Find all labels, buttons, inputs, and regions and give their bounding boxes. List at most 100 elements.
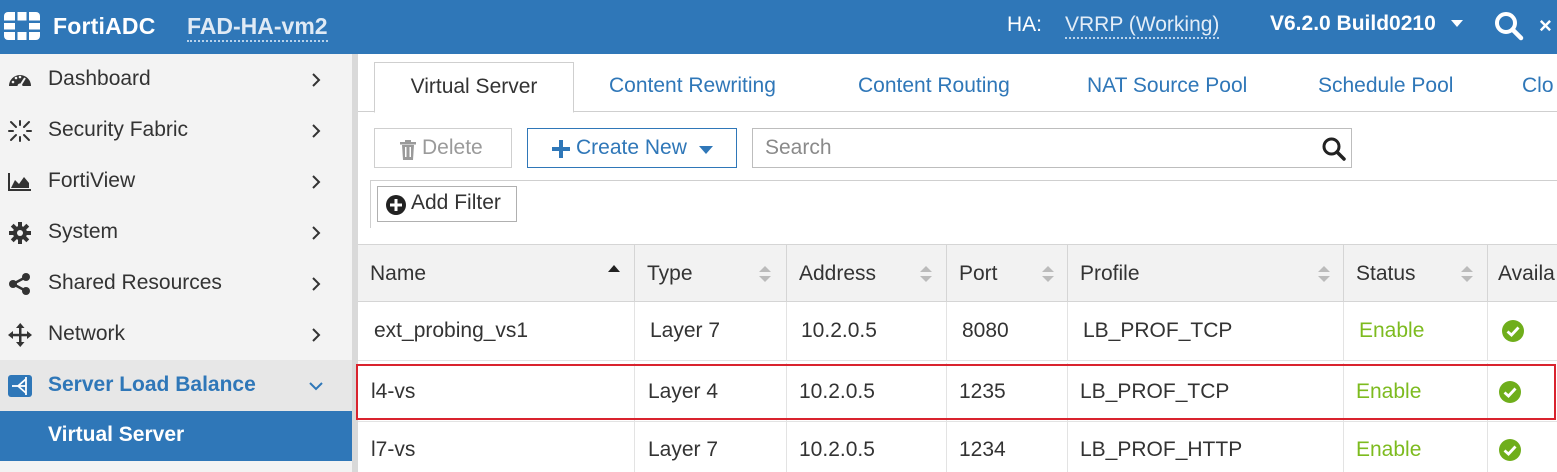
check-circle-icon	[1499, 439, 1521, 461]
sidebar-item-label: FortiView	[48, 169, 136, 192]
cell-type: Layer 4	[648, 380, 719, 403]
sort-icon	[759, 266, 771, 282]
trash-icon	[400, 140, 416, 160]
search-icon[interactable]	[1321, 136, 1347, 162]
sort-icon	[1318, 266, 1330, 282]
cell-profile: LB_PROF_TCP	[1083, 319, 1233, 342]
tab-nat-source-pool[interactable]: NAT Source Pool	[1087, 74, 1247, 98]
cell-type: Layer 7	[650, 319, 721, 342]
column-header-availability[interactable]: Availa	[1488, 245, 1557, 303]
check-circle-icon	[1502, 320, 1524, 342]
table-header: Name Type Address Port Profile Status Av…	[358, 244, 1557, 303]
search-icon[interactable]	[1493, 10, 1525, 42]
cell-status: Enable	[1359, 319, 1425, 342]
virtual-server-table: Name Type Address Port Profile Status Av…	[358, 244, 1557, 472]
cell-address: 10.2.0.5	[799, 380, 875, 403]
column-header-port[interactable]: Port	[947, 245, 1068, 303]
create-new-label: Create New	[576, 136, 687, 159]
check-circle-icon	[1499, 381, 1521, 403]
chevron-right-icon	[312, 328, 321, 342]
sidebar-item-system[interactable]: System	[0, 207, 352, 258]
tab-schedule-pool[interactable]: Schedule Pool	[1318, 74, 1453, 98]
sidebar-subitem-virtual-server[interactable]: Virtual Server	[0, 411, 352, 461]
sidebar-item-security-fabric[interactable]: Security Fabric	[0, 105, 352, 156]
sidebar-item-fortiview[interactable]: FortiView	[0, 156, 352, 207]
chevron-down-icon	[309, 382, 323, 391]
sidebar-item-shared-resources[interactable]: Shared Resources	[0, 258, 352, 309]
sidebar-item-label: Dashboard	[48, 67, 151, 90]
cell-name: l4-vs	[371, 380, 416, 403]
sidebar-item-label: System	[48, 220, 119, 243]
cell-port: 1234	[959, 438, 1006, 461]
column-header-name[interactable]: Name	[358, 245, 635, 303]
tab-content-rewriting[interactable]: Content Rewriting	[609, 74, 776, 98]
arrows-move-icon	[8, 323, 32, 347]
cell-name: l7-vs	[371, 438, 416, 461]
search-input[interactable]	[753, 129, 1313, 167]
chevron-right-icon	[312, 175, 321, 189]
chevron-right-icon	[312, 73, 321, 87]
area-chart-icon	[8, 173, 31, 191]
add-filter-button[interactable]: Add Filter	[377, 186, 517, 222]
sort-icon	[920, 266, 932, 282]
sort-icon	[1461, 266, 1473, 282]
table-row[interactable]: ext_probing_vs1 Layer 7 10.2.0.5 8080 LB…	[358, 302, 1557, 361]
cell-profile: LB_PROF_HTTP	[1080, 438, 1243, 461]
brand-name: FortiADC	[53, 13, 156, 39]
column-header-profile[interactable]: Profile	[1068, 245, 1344, 303]
delete-button-label: Delete	[422, 136, 483, 159]
plus-circle-icon	[386, 195, 406, 215]
table-row[interactable]: l7-vs Layer 7 10.2.0.5 1234 LB_PROF_HTTP…	[358, 421, 1557, 472]
tab-clone-pool[interactable]: Clo	[1522, 74, 1554, 98]
delete-button[interactable]: Delete	[374, 128, 512, 168]
tab-content-routing[interactable]: Content Routing	[858, 74, 1010, 98]
sidebar-item-label: Shared Resources	[48, 271, 222, 294]
dashboard-icon	[9, 75, 31, 89]
sidebar-item-dashboard[interactable]: Dashboard	[0, 54, 352, 105]
sidebar-item-network[interactable]: Network	[0, 309, 352, 360]
cell-name: ext_probing_vs1	[374, 319, 529, 342]
version-dropdown[interactable]: V6.2.0 Build0210	[1270, 12, 1436, 36]
caret-down-icon[interactable]	[1451, 20, 1463, 27]
cell-port: 8080	[962, 319, 1009, 342]
ha-status-link[interactable]: VRRP (Working)	[1065, 13, 1220, 39]
share-icon	[9, 273, 30, 295]
column-header-type[interactable]: Type	[635, 245, 787, 303]
chevron-right-icon	[312, 226, 321, 240]
column-header-status[interactable]: Status	[1344, 245, 1488, 303]
add-filter-label: Add Filter	[411, 191, 501, 214]
sort-ascending-icon	[608, 265, 620, 272]
load-balance-icon	[8, 375, 32, 397]
filter-bar	[370, 180, 1557, 228]
column-header-address[interactable]: Address	[787, 245, 947, 303]
plus-icon	[552, 140, 570, 158]
sidebar-item-label: Security Fabric	[48, 118, 189, 141]
security-fabric-icon	[8, 120, 32, 142]
sidebar-item-label: Server Load Balance	[48, 373, 256, 396]
sidebar: Dashboard Security Fabric FortiView Syst…	[0, 54, 352, 472]
table-row[interactable]: l4-vs Layer 4 10.2.0.5 1235 LB_PROF_TCP …	[358, 363, 1557, 422]
close-icon[interactable]: ×	[1539, 13, 1552, 39]
ha-label: HA:	[1007, 13, 1043, 36]
gear-icon	[9, 222, 31, 244]
cell-status: Enable	[1356, 438, 1422, 461]
sort-icon	[1042, 266, 1054, 282]
sidebar-item-label: Network	[48, 322, 126, 345]
cell-status: Enable	[1356, 380, 1422, 403]
fortinet-logo-icon	[4, 12, 40, 40]
chevron-right-icon	[312, 277, 321, 291]
cell-address: 10.2.0.5	[799, 438, 875, 461]
tab-bar: Virtual Server Content Rewriting Content…	[358, 54, 1557, 113]
chevron-right-icon	[312, 124, 321, 138]
cell-type: Layer 7	[648, 438, 719, 461]
cell-port: 1235	[959, 380, 1006, 403]
search-field[interactable]	[752, 128, 1352, 168]
cell-profile: LB_PROF_TCP	[1080, 380, 1230, 403]
hostname-link[interactable]: FAD-HA-vm2	[187, 13, 328, 42]
cell-address: 10.2.0.5	[801, 319, 877, 342]
top-bar: FortiADC FAD-HA-vm2 HA: VRRP (Working) V…	[0, 0, 1557, 54]
tab-virtual-server[interactable]: Virtual Server	[374, 62, 574, 113]
sidebar-subitem-label: Virtual Server	[48, 423, 185, 446]
create-new-button[interactable]: Create New	[527, 128, 737, 168]
sidebar-item-server-load-balance[interactable]: Server Load Balance	[0, 360, 352, 411]
